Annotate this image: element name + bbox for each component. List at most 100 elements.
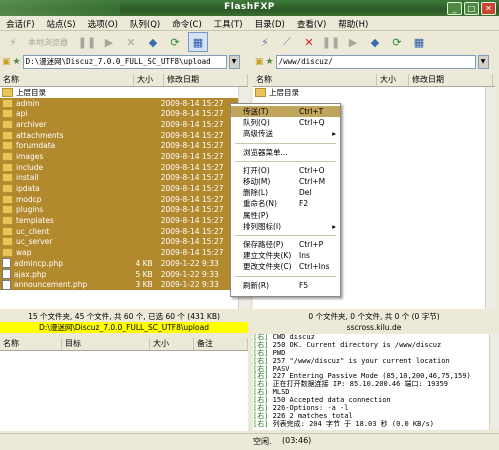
context-menu-item[interactable]: 浏览器菜单... <box>231 147 340 158</box>
menu-directory[interactable]: 目录(D) <box>249 16 291 30</box>
context-menu-item[interactable]: 排列图标(I) ▸ <box>231 221 340 232</box>
queue-col-note[interactable]: 备注 <box>194 338 248 350</box>
menu-queue[interactable]: 队列(Q) <box>124 16 166 30</box>
menu-commands[interactable]: 命令(C) <box>166 16 208 30</box>
remote-view-icon[interactable]: ▦ <box>410 33 428 51</box>
minimize-button[interactable]: _ <box>447 2 462 15</box>
file-icon <box>2 279 11 290</box>
folder-row[interactable]: attachments 2009-8-14 15:27 <box>0 129 238 141</box>
context-menu-item[interactable]: 属性(P) <box>231 210 340 221</box>
right-col-date[interactable]: 修改日期 <box>409 74 493 86</box>
left-col-size[interactable]: 大小 <box>134 74 164 86</box>
disconnect-icon[interactable]: ⟋ <box>278 33 296 51</box>
right-path-dropdown[interactable]: ▼ <box>477 55 489 69</box>
bookmark-icon[interactable]: ★ <box>266 57 274 67</box>
status-time: (03:46) <box>282 436 312 445</box>
menu-item-label: 属性(P) <box>243 210 269 220</box>
connect-icon[interactable]: ⚡ <box>256 33 274 51</box>
close-button[interactable]: ✕ <box>481 2 496 15</box>
directory-icon[interactable]: ◆ <box>366 33 384 51</box>
right-col-size[interactable]: 大小 <box>377 74 409 86</box>
right-scrollbar[interactable] <box>485 87 496 309</box>
pause-icon[interactable]: ❚❚ <box>78 33 96 51</box>
parent-directory-row[interactable]: 上层目录 <box>253 87 485 98</box>
folder-icon <box>2 226 13 236</box>
folder-icon <box>2 184 13 194</box>
context-menu-item[interactable]: 刷新(R) F5 <box>231 280 340 291</box>
folder-icon[interactable]: ▣ <box>2 57 11 67</box>
folder-row[interactable]: images 2009-8-14 15:27 <box>0 151 238 162</box>
queue-list[interactable] <box>0 351 248 431</box>
queue-col-target[interactable]: 目标 <box>62 338 150 350</box>
queue-col-size[interactable]: 大小 <box>150 338 194 350</box>
folder-row[interactable]: api 2009-8-14 15:27 <box>0 108 238 120</box>
local-view-icon[interactable]: ▦ <box>188 32 208 52</box>
context-menu-item[interactable]: 高级传送 ▸ <box>231 128 340 139</box>
menu-options[interactable]: 选项(O) <box>82 16 124 30</box>
left-col-name[interactable]: 名称 <box>0 74 134 86</box>
folder-row[interactable]: forumdata 2009-8-14 15:27 <box>0 140 238 152</box>
row-name: templates <box>16 216 54 226</box>
row-date: 2009-8-14 15:27 <box>160 173 224 183</box>
row-name: ipdata <box>16 184 40 194</box>
directory-icon[interactable]: ◆ <box>144 33 162 51</box>
left-path-input[interactable]: D:\漫迷网\Discuz_7.0.0_FULL_SC_UTF8\upload <box>22 55 227 69</box>
context-menu-item[interactable]: 打开(O) Ctrl+O <box>231 165 340 176</box>
folder-row[interactable]: install 2009-8-14 15:27 <box>0 172 238 184</box>
right-path-input[interactable]: /www/discuz/ <box>275 55 476 69</box>
queue-header: 名称 目标 大小 备注 <box>0 338 248 351</box>
parent-directory-row[interactable]: 上层目录 <box>0 87 238 98</box>
folder-row[interactable]: wap 2009-8-14 15:27 <box>0 247 238 258</box>
context-menu-item[interactable]: 重命名(N) F2 <box>231 198 340 209</box>
context-menu-item[interactable]: 保存路径(P) Ctrl+P <box>231 239 340 250</box>
transfer-icon[interactable]: ▶ <box>100 33 118 51</box>
context-menu-item[interactable]: 队列(Q) Ctrl+Q <box>231 117 340 128</box>
refresh-icon[interactable]: ⟳ <box>166 33 184 51</box>
context-menu-item[interactable]: 更改文件夹(C) Ctrl+Ins <box>231 261 340 272</box>
folder-icon <box>2 109 13 119</box>
folder-icon[interactable]: ▣ <box>255 57 264 67</box>
folder-row[interactable]: templates 2009-8-14 15:27 <box>0 215 238 226</box>
pause-icon[interactable]: ❚❚ <box>322 33 340 51</box>
folder-icon <box>2 98 13 108</box>
folder-row[interactable]: include 2009-8-14 15:27 <box>0 161 238 173</box>
refresh-icon[interactable]: ⟳ <box>388 33 406 51</box>
left-file-list[interactable]: 上层目录 admin 2009-8-14 15:27 api 2009-8-14 15… <box>0 87 238 309</box>
context-menu-item[interactable]: 删除(L) Del <box>231 187 340 198</box>
menu-item-label: 建立文件夹(K) <box>243 251 292 261</box>
left-path-dropdown[interactable]: ▼ <box>228 55 240 69</box>
right-col-name[interactable]: 名称 <box>253 74 377 86</box>
folder-row[interactable]: ipdata 2009-8-14 15:27 <box>0 183 238 194</box>
folder-row[interactable]: uc_client 2009-8-14 15:27 <box>0 225 238 237</box>
transfer-icon[interactable]: ▶ <box>344 33 362 51</box>
context-menu-item[interactable]: 建立文件夹(K) Ins <box>231 250 340 261</box>
file-row[interactable]: ajax.php 5 KB 2009-1-22 9:33 <box>0 268 238 280</box>
log-scrollbar[interactable] <box>489 334 499 430</box>
row-date: 2009-8-14 15:27 <box>160 162 224 172</box>
menu-help[interactable]: 帮助(H) <box>332 16 374 30</box>
folder-row[interactable]: archiver 2009-8-14 15:27 <box>0 119 238 130</box>
file-row[interactable]: announcement.php 3 KB 2009-1-22 9:33 <box>0 279 238 291</box>
folder-row[interactable]: plugins 2009-8-14 15:27 <box>0 204 238 216</box>
menu-sites[interactable]: 站点(S) <box>41 16 82 30</box>
folder-row[interactable]: uc_server 2009-8-14 15:27 <box>0 236 238 248</box>
context-menu-item[interactable]: 移动(M) Ctrl+M <box>231 176 340 187</box>
folder-icon <box>2 141 13 151</box>
row-name: admincp.php <box>14 258 64 268</box>
connect-icon[interactable]: ⚡ <box>4 33 22 51</box>
queue-col-name[interactable]: 名称 <box>0 338 62 350</box>
menu-session[interactable]: 会话(F) <box>0 16 41 30</box>
folder-row[interactable]: modcp 2009-8-14 15:27 <box>0 193 238 205</box>
row-name: uc_client <box>16 226 50 236</box>
left-col-date[interactable]: 修改日期 <box>164 74 248 86</box>
abort-icon[interactable]: ✕ <box>122 33 140 51</box>
menu-view[interactable]: 查看(V) <box>291 16 332 30</box>
abort-icon[interactable]: ✕ <box>300 33 318 51</box>
context-menu-item[interactable]: 传送(T) Ctrl+T <box>231 106 340 117</box>
menu-tools[interactable]: 工具(T) <box>208 16 249 30</box>
bookmark-icon[interactable]: ★ <box>13 57 21 67</box>
folder-row[interactable]: admin 2009-8-14 15:27 <box>0 97 238 109</box>
maximize-button[interactable]: □ <box>464 2 479 15</box>
menu-item-shortcut: Del <box>299 188 312 198</box>
file-row[interactable]: admincp.php 4 KB 2009-1-22 9:33 <box>0 258 238 269</box>
